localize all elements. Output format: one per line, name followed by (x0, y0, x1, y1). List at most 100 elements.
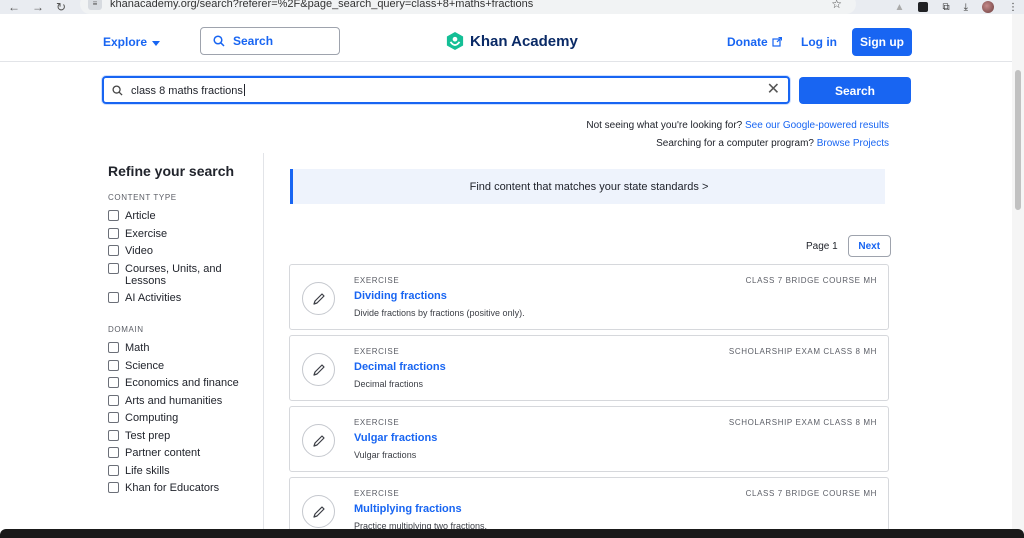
search-button[interactable]: Search (799, 77, 911, 104)
state-standards-banner[interactable]: Find content that matches your state sta… (290, 169, 885, 204)
caret-down-icon[interactable] (152, 40, 161, 46)
filter-label[interactable]: Economics and finance (125, 377, 239, 389)
filter-label[interactable]: Arts and humanities (125, 395, 222, 407)
checkbox[interactable] (108, 412, 119, 423)
result-title[interactable]: Dividing fractions (354, 290, 447, 302)
browser-nav: ← → ↻ (0, 0, 66, 14)
filter-option-ai-activities[interactable]: AI Activities (108, 292, 258, 304)
result-title[interactable]: Multiplying fractions (354, 503, 462, 515)
filter-label[interactable]: AI Activities (125, 292, 181, 304)
filter-option-math[interactable]: Math (108, 342, 258, 354)
filter-option-science[interactable]: Science (108, 359, 258, 372)
filter-option-article[interactable]: Article (108, 210, 258, 222)
checkbox[interactable] (108, 377, 119, 388)
menu-icon[interactable]: ⋮ (1008, 2, 1018, 13)
pencil-icon (302, 495, 335, 528)
header-search-label: Search (233, 34, 274, 48)
scrollbar-thumb[interactable] (1015, 70, 1021, 210)
checkbox[interactable] (108, 342, 119, 353)
page-scrollbar[interactable] (1012, 14, 1024, 538)
donate-link[interactable]: Donate (727, 35, 782, 49)
reload-icon[interactable]: ↻ (56, 1, 66, 13)
result-card[interactable]: EXERCISE SCHOLARSHIP EXAM CLASS 8 MH Vul… (289, 406, 889, 472)
result-card[interactable]: EXERCISE CLASS 7 BRIDGE COURSE MH Dividi… (289, 264, 889, 330)
result-title[interactable]: Vulgar fractions (354, 432, 437, 444)
bookmark-star-icon[interactable]: ☆ (831, 0, 842, 11)
result-type: EXERCISE (354, 347, 400, 356)
extension-square-icon[interactable] (918, 2, 929, 12)
url-text[interactable]: khanacademy.org/search?referer=%2F&page_… (110, 0, 533, 10)
not-seeing-text: Not seeing what you're looking for? (586, 120, 743, 131)
checkbox[interactable] (108, 394, 119, 406)
result-title[interactable]: Decimal fractions (354, 361, 446, 373)
result-course: SCHOLARSHIP EXAM CLASS 8 MH (728, 347, 877, 356)
filter-option-test-prep[interactable]: Test prep (108, 429, 258, 442)
forward-arrow-icon[interactable]: → (32, 1, 44, 13)
checkbox[interactable] (108, 429, 119, 441)
search-help-text: Not seeing what you're looking for? See … (586, 117, 889, 153)
filter-option-life-skills[interactable]: Life skills (108, 464, 258, 477)
filter-option-economics[interactable]: Economics and finance (108, 377, 258, 389)
result-course: CLASS 7 BRIDGE COURSE MH (745, 489, 877, 498)
result-type: EXERCISE (354, 418, 400, 427)
login-link[interactable]: Log in (801, 35, 837, 49)
filter-label[interactable]: Article (125, 210, 156, 222)
result-card[interactable]: EXERCISE SCHOLARSHIP EXAM CLASS 8 MH Dec… (289, 335, 889, 401)
khan-academy-logo[interactable]: Khan Academy (446, 31, 578, 51)
domain-heading: DOMAIN (108, 325, 144, 334)
checkbox[interactable] (108, 210, 119, 221)
header-search-button[interactable]: Search (200, 27, 340, 55)
filter-label[interactable]: Test prep (125, 430, 170, 442)
profile-avatar[interactable] (982, 1, 994, 13)
filter-label[interactable]: Exercise (125, 228, 167, 240)
filter-label[interactable]: Math (125, 342, 149, 354)
address-bar[interactable]: ≡ khanacademy.org/search?referer=%2F&pag… (80, 0, 856, 14)
pencil-icon (302, 282, 335, 315)
checkbox[interactable] (108, 464, 119, 476)
checkbox[interactable] (108, 359, 119, 371)
checkbox[interactable] (108, 227, 119, 239)
puzzle-icon[interactable]: ⧉ (942, 2, 949, 13)
search-input[interactable]: class 8 maths fractions ✕ (102, 76, 790, 104)
filter-option-partner[interactable]: Partner content (108, 447, 258, 459)
logo-text: Khan Academy (470, 32, 578, 50)
explore-label[interactable]: Explore (103, 35, 147, 49)
checkbox[interactable] (108, 447, 119, 458)
filter-label[interactable]: Khan for Educators (125, 482, 219, 494)
refine-sidebar: Refine your search CONTENT TYPE Article … (108, 160, 258, 500)
filter-label[interactable]: Science (125, 360, 164, 372)
filter-option-educators[interactable]: Khan for Educators (108, 482, 258, 494)
pagination: Page 1 Next (806, 235, 891, 257)
pencil-icon (302, 424, 335, 457)
content-type-heading: CONTENT TYPE (108, 193, 177, 202)
result-course: CLASS 7 BRIDGE COURSE MH (745, 276, 877, 285)
checkbox[interactable] (108, 482, 119, 493)
filter-option-exercise[interactable]: Exercise (108, 227, 258, 240)
download-icon[interactable]: ⤓ (964, 2, 968, 13)
filter-label[interactable]: Life skills (125, 465, 170, 477)
search-icon (112, 84, 123, 96)
filter-option-courses[interactable]: Courses, Units, and Lessons (108, 262, 258, 287)
search-query-text[interactable]: class 8 maths fractions (131, 84, 245, 97)
extension-icon[interactable]: ▲ (895, 2, 905, 13)
donate-label[interactable]: Donate (727, 35, 768, 49)
signup-button[interactable]: Sign up (852, 28, 912, 56)
filter-label[interactable]: Partner content (125, 447, 200, 459)
filter-label[interactable]: Video (125, 245, 153, 257)
google-results-link[interactable]: See our Google-powered results (745, 120, 889, 131)
back-arrow-icon[interactable]: ← (8, 1, 20, 13)
explore-menu[interactable]: Explore (103, 35, 161, 49)
filter-label[interactable]: Computing (125, 412, 178, 424)
result-description: Decimal fractions (354, 379, 424, 389)
filter-label[interactable]: Courses, Units, and Lessons (125, 263, 258, 287)
filter-option-arts[interactable]: Arts and humanities (108, 394, 258, 407)
filter-option-video[interactable]: Video (108, 245, 258, 257)
next-page-button[interactable]: Next (847, 235, 891, 257)
checkbox[interactable] (108, 245, 119, 256)
filter-option-computing[interactable]: Computing (108, 412, 258, 424)
checkbox[interactable] (108, 262, 119, 274)
checkbox[interactable] (108, 292, 119, 303)
site-info-icon[interactable]: ≡ (88, 0, 102, 10)
browse-projects-link[interactable]: Browse Projects (817, 138, 889, 149)
clear-icon[interactable]: ✕ (767, 81, 780, 99)
